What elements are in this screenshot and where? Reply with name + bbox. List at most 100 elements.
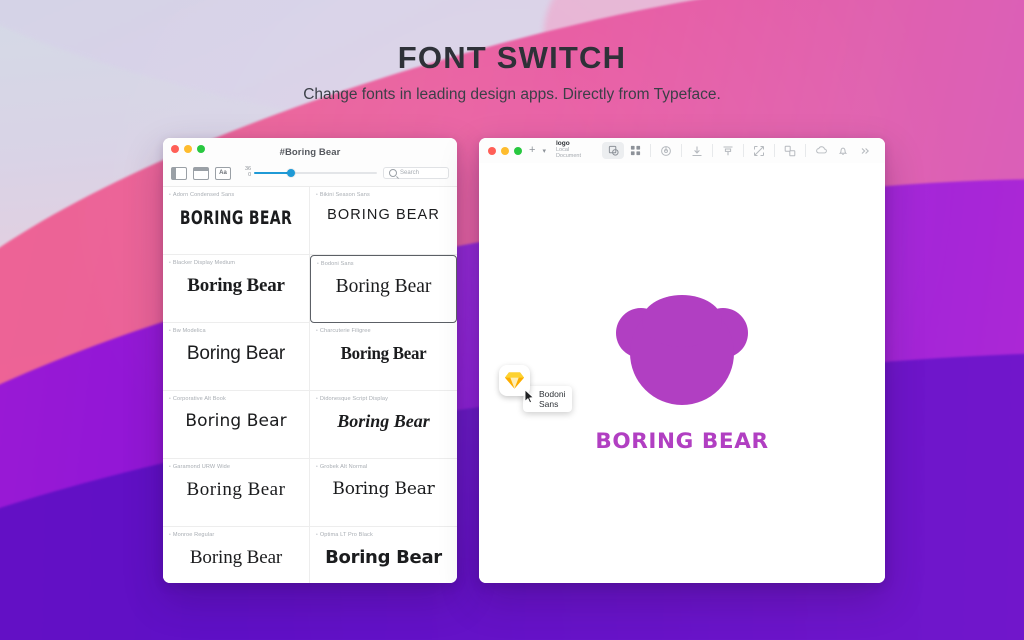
font-name-label: Bikini Season Sans [320,192,370,198]
font-bullet-icon: • [316,464,318,470]
toolbar-divider [774,144,775,157]
font-name-label: Charcuterie Filigree [320,328,371,334]
components-icon[interactable] [624,142,646,159]
close-button[interactable] [171,145,179,153]
minimize-button[interactable] [184,145,192,153]
typeface-app-window[interactable]: #Boring Bear Aa 36 0 Search •Adorn Conde… [163,138,457,583]
font-bullet-icon: • [316,192,318,198]
font-card-sample: Boring Bear [310,547,457,568]
close-button[interactable] [488,147,496,155]
font-card-sample: Boring Bear [311,276,456,298]
bell-icon[interactable] [832,142,854,159]
mask-icon[interactable] [748,142,770,159]
font-bullet-icon: • [169,396,171,402]
window-traffic-lights[interactable] [171,145,205,153]
font-card-sample: Boring Bear [163,275,309,297]
rotate-copy-icon[interactable] [655,142,677,159]
font-card[interactable]: •Grobek Alt NormalBoring Bear [310,459,457,527]
overflow-icon[interactable] [854,142,876,159]
grid-toggle-icon[interactable] [193,167,209,180]
font-bullet-icon: • [169,464,171,470]
font-card-sample: Boring Bear [314,343,452,364]
font-name-label: Grobek Alt Normal [320,464,367,470]
font-card-sample: BORING BEAR [176,207,296,229]
toolbar-divider [681,144,682,157]
maximize-button[interactable] [197,145,205,153]
toolbar-divider [712,144,713,157]
font-name-label: Bw Modelica [173,328,206,334]
chevron-down-icon[interactable]: ▾ [542,147,546,155]
font-bullet-icon: • [316,328,318,334]
document-info: logo Local Document [556,141,595,159]
document-subtitle: Local Document [556,148,595,160]
font-card-sample: Boring Bear [163,411,309,431]
text-size-icon[interactable]: Aa [215,167,231,180]
sketch-toolbar[interactable]: + ▾ logo Local Document [479,138,885,164]
slider-thumb[interactable] [287,169,295,177]
distribute-icon[interactable] [717,142,739,159]
slider-fill [254,172,291,174]
font-name-label: Bodoni Sans [321,261,354,267]
minimize-button[interactable] [501,147,509,155]
sketch-tool-buttons[interactable] [602,142,876,159]
font-bullet-icon: • [317,261,319,267]
search-input[interactable]: Search [383,167,449,179]
maximize-button[interactable] [514,147,522,155]
font-card[interactable]: •Monroe Regular Boring Bear [163,527,310,583]
font-card-sample: BORING BEAR [310,207,457,223]
font-card[interactable]: •Bw Modelica Boring Bear [163,323,310,391]
font-size-readout: 36 0 [245,167,251,179]
typeface-titlebar[interactable]: #Boring Bear [163,138,457,160]
make-symbol-icon[interactable] [779,142,801,159]
font-list-grid[interactable]: •Adorn Condensed SansBORING BEAR•Bikini … [163,187,457,583]
align-top-icon[interactable] [686,142,708,159]
font-size-min: 0 [245,173,251,179]
font-card[interactable]: •Optima LT Pro Black Boring Bear [310,527,457,583]
font-card[interactable]: •Bikini Season Sans BORING BEAR [310,187,457,255]
page-title: FONT SWITCH [0,40,1024,76]
font-name-label: Didonesque Script Display [320,396,388,402]
sketch-app-window[interactable]: + ▾ logo Local Document [479,138,885,583]
text-size-label: Aa [219,170,227,176]
font-name-label: Garamond URW Wide [173,464,230,470]
sketch-traffic-lights[interactable] [488,147,522,155]
sketch-canvas[interactable]: BORING BEAR Bodoni Sans [479,163,885,583]
shape-tool-icon[interactable] [602,142,624,159]
hero-section: FONT SWITCH Change fonts in leading desi… [0,40,1024,104]
font-card-name: •Didonesque Script Display [316,396,451,402]
slider-track[interactable] [254,172,377,174]
search-placeholder: Search [400,170,419,176]
typeface-toolbar[interactable]: Aa 36 0 Search [163,160,457,187]
toolbar-divider [805,144,806,157]
cloud-icon[interactable] [810,142,832,159]
font-drag-overlay[interactable]: Bodoni Sans [499,365,530,396]
font-name-label: Adorn Condensed Sans [173,192,234,198]
font-card[interactable]: •Didonesque Script DisplayBoring Bear [310,391,457,459]
artwork-text-label[interactable]: BORING BEAR [479,429,885,454]
font-card-name: •Monroe Regular [169,532,303,538]
font-bullet-icon: • [316,396,318,402]
page-subtitle: Change fonts in leading design apps. Dir… [0,86,1024,104]
font-card-sample: Boring Bear [163,479,309,501]
toolbar-divider [650,144,651,157]
font-card[interactable]: •Corporative Alt Book Boring Bear [163,391,310,459]
font-card-name: •Bw Modelica [169,328,303,334]
font-bullet-icon: • [169,192,171,198]
font-card[interactable]: •Charcuterie Filigree Boring Bear [310,323,457,391]
font-size-slider[interactable]: 36 0 [245,167,377,179]
font-name-label: Optima LT Pro Black [320,532,373,538]
font-card[interactable]: •Adorn Condensed Sans BORING BEAR [163,187,310,255]
font-card[interactable]: •Bodoni Sans Boring Bear [310,255,457,323]
bear-artwork[interactable] [615,291,749,410]
font-card-name: •Optima LT Pro Black [316,532,451,538]
font-card-sample: Boring Bear [163,343,309,365]
font-card[interactable]: •Garamond URW Wide Boring Bear [163,459,310,527]
sidebar-toggle-icon[interactable] [171,167,187,180]
font-card-name: •Bodoni Sans [317,261,450,267]
add-button[interactable]: + [529,145,535,156]
font-name-label: Corporative Alt Book [173,396,226,402]
font-card-sample: Boring Bear [163,547,309,569]
font-card[interactable]: •Blacker Display MediumBoring Bear [163,255,310,323]
font-name-label: Blacker Display Medium [173,260,235,266]
arrow-cursor [524,389,535,409]
